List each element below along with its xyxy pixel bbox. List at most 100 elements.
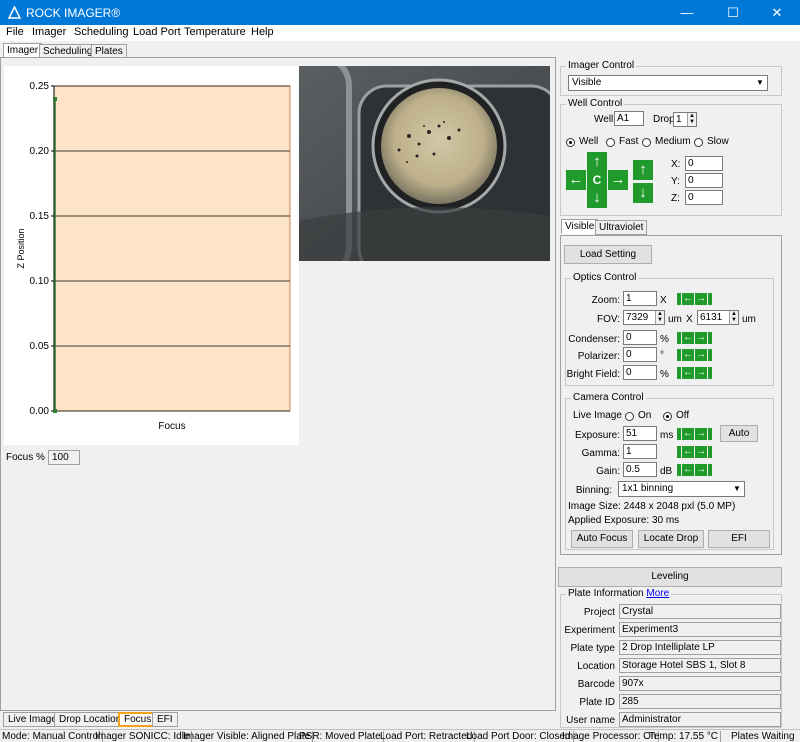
condenser-adjust[interactable]: ← → — [677, 332, 712, 344]
drop-input[interactable]: 1 ▲ ▼ — [673, 112, 697, 127]
exposure-adjust[interactable]: ← → — [677, 428, 712, 440]
tab-ultraviolet[interactable]: Ultraviolet — [595, 220, 648, 235]
minimize-icon: — — [680, 5, 694, 20]
plate-info-label: Plate ID — [579, 697, 615, 708]
arrow-left-icon[interactable]: ← — [682, 464, 694, 476]
fov-x-spinner[interactable]: ▲ ▼ — [655, 311, 664, 324]
arrow-right-icon[interactable]: → — [695, 464, 707, 476]
arrow-left-icon[interactable]: ← — [682, 293, 694, 305]
gamma-label: Gamma: — [581, 448, 620, 459]
gamma-input[interactable]: 1 — [623, 444, 657, 459]
speed-radio-slow[interactable] — [694, 138, 703, 147]
imager-mode-dropdown[interactable]: Visible ▼ — [568, 75, 768, 91]
auto-focus-button[interactable]: Auto Focus — [571, 530, 633, 548]
fov-y-spinner[interactable]: ▲ ▼ — [729, 311, 738, 324]
z-input[interactable]: 0 — [685, 190, 723, 205]
arrow-right-icon[interactable]: → — [695, 446, 707, 458]
menu-temperature[interactable]: Temperature — [184, 26, 246, 38]
y-axis-label: Z Position — [16, 228, 26, 268]
well-input[interactable]: A1 — [614, 111, 644, 126]
leveling-button[interactable]: Leveling — [558, 567, 782, 587]
auto-exposure-button[interactable]: Auto — [720, 425, 758, 442]
move-left-button[interactable]: ← — [566, 170, 586, 190]
fov-y-input[interactable]: 6131 ▲ ▼ — [697, 310, 739, 325]
live-image-label: Live Image — [573, 410, 622, 421]
menu-file[interactable]: File — [6, 26, 24, 38]
tab-visible[interactable]: Visible — [561, 219, 599, 234]
binning-dropdown[interactable]: 1x1 binning ▼ — [618, 481, 745, 497]
move-up-button[interactable]: ↑ — [587, 152, 607, 172]
plate-info-more-link[interactable]: More — [646, 588, 669, 599]
plate-info-label: Location — [577, 661, 615, 672]
arrow-left-icon[interactable]: ← — [682, 349, 694, 361]
speed-medium-label: Medium — [655, 136, 691, 147]
chevron-down-icon: ▼ — [756, 78, 764, 87]
binning-label: Binning: — [575, 485, 612, 496]
efi-button[interactable]: EFI — [708, 530, 770, 548]
polarizer-input[interactable]: 0 — [623, 347, 657, 362]
exposure-input[interactable]: 51 — [623, 426, 657, 441]
x-input[interactable]: 0 — [685, 156, 723, 171]
plate-info-label: Project — [583, 607, 615, 618]
arrow-right-icon[interactable]: → — [695, 332, 707, 344]
minimize-button[interactable]: — — [664, 0, 710, 25]
arrow-left-icon[interactable]: ← — [682, 367, 694, 379]
arrow-right-icon[interactable]: → — [695, 293, 707, 305]
locate-drop-button[interactable]: Locate Drop — [638, 530, 704, 548]
menu-imager[interactable]: Imager — [32, 26, 66, 38]
move-down-button[interactable]: ↓ — [587, 188, 607, 208]
z-down-button[interactable]: ↓ — [633, 183, 653, 203]
y-input[interactable]: 0 — [685, 173, 723, 188]
plate-info-value: Experiment3 — [619, 622, 781, 637]
x-axis-label: Focus — [158, 421, 185, 432]
plate-info-value: 285 — [619, 694, 781, 709]
gain-input[interactable]: 0.5 — [623, 462, 657, 477]
bright-field-input[interactable]: 0 — [623, 365, 657, 380]
tab-imager[interactable]: Imager — [3, 43, 43, 58]
arrow-left-icon[interactable]: ← — [682, 332, 694, 344]
bright-field-adjust[interactable]: ← → — [677, 367, 712, 379]
arrow-right-icon[interactable]: → — [695, 428, 707, 440]
load-setting-button[interactable]: Load Setting — [564, 245, 652, 264]
condenser-input[interactable]: 0 — [623, 330, 657, 345]
optics-control-title: Optics Control — [571, 272, 639, 283]
zoom-adjust[interactable]: ← → — [677, 293, 712, 305]
zoom-input[interactable]: 1 — [623, 291, 657, 306]
tab-drop-location[interactable]: Drop Location — [54, 712, 127, 727]
gain-adjust[interactable]: ← → — [677, 464, 712, 476]
arrow-left-icon[interactable]: ← — [682, 428, 694, 440]
speed-radio-medium[interactable] — [642, 138, 651, 147]
move-right-button[interactable]: → — [608, 170, 628, 190]
polarizer-adjust[interactable]: ← → — [677, 349, 712, 361]
menu-load-port[interactable]: Load Port — [133, 26, 181, 38]
live-on-label: On — [638, 410, 652, 421]
bright-field-unit: % — [660, 369, 669, 380]
status-temp: Temp: 17.55 °C — [649, 731, 722, 742]
arrow-left-icon[interactable]: ← — [682, 446, 694, 458]
gamma-adjust[interactable]: ← → — [677, 446, 712, 458]
speed-radio-fast[interactable] — [606, 138, 615, 147]
status-load-port-door: Load Port Door: Closed — [466, 731, 574, 742]
optics-control-group: Optics Control Zoom: 1 X ← → FOV: 7329 ▲ ▼… — [565, 272, 774, 386]
maximize-button[interactable]: ☐ — [710, 0, 756, 25]
menu-help[interactable]: Help — [251, 26, 274, 38]
live-on-radio[interactable] — [625, 412, 634, 421]
z-up-button[interactable]: ↑ — [633, 160, 653, 180]
status-psr: PSR: Moved Plate — [299, 731, 384, 742]
fov-x-value: 7329 — [626, 312, 649, 323]
app-icon — [8, 6, 21, 19]
well-control-title: Well Control — [566, 98, 625, 109]
speed-radio-well[interactable] — [566, 138, 575, 147]
menu-scheduling[interactable]: Scheduling — [74, 26, 128, 38]
fov-x-input[interactable]: 7329 ▲ ▼ — [623, 310, 665, 325]
center-button[interactable]: C — [587, 170, 607, 190]
close-button[interactable]: ✕ — [754, 0, 800, 25]
plot-area — [53, 85, 291, 412]
arrow-right-icon[interactable]: → — [695, 367, 707, 379]
drop-spinner[interactable]: ▲ ▼ — [687, 113, 696, 126]
arrow-right-icon[interactable]: → — [695, 349, 707, 361]
condenser-unit: % — [660, 334, 669, 345]
tab-efi[interactable]: EFI — [152, 712, 178, 727]
plate-info-group: Plate Information More Project Crystal E… — [560, 588, 782, 728]
live-off-radio[interactable] — [663, 412, 672, 421]
